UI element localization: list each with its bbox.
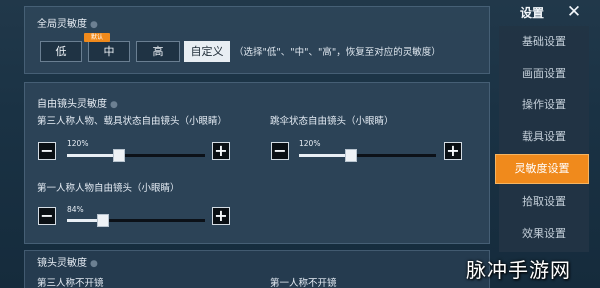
plus-icon[interactable]: + bbox=[444, 142, 462, 160]
slider-track-first-person[interactable] bbox=[67, 214, 205, 227]
sidebar-item-basic[interactable]: 基础设置 bbox=[499, 28, 589, 56]
info-dot-icon: ● bbox=[90, 20, 98, 30]
slider-label-first-person: 第一人称人物自由镜头（小眼睛） bbox=[37, 183, 180, 194]
lens-label-first-person: 第一人称不开镜 bbox=[270, 278, 337, 288]
plus-icon[interactable]: + bbox=[212, 207, 230, 225]
lens-label-third-person: 第三人称不开镜 bbox=[37, 278, 104, 288]
free-camera-title-text: 自由镜头灵敏度 bbox=[37, 99, 107, 110]
slider-track-third-person[interactable] bbox=[67, 149, 205, 162]
close-icon[interactable]: ✕ bbox=[562, 2, 586, 22]
slider-value-third-person: 120% bbox=[67, 139, 89, 148]
sidebar-item-vehicle[interactable]: 载具设置 bbox=[499, 123, 589, 151]
lens-sensitivity-title-text: 镜头灵敏度 bbox=[37, 258, 87, 269]
slider-label-third-person: 第三人称人物、载具状态自由镜头（小眼睛） bbox=[37, 116, 228, 127]
slider-thumb[interactable] bbox=[345, 149, 357, 162]
sidebar-item-pickup[interactable]: 拾取设置 bbox=[499, 188, 589, 216]
settings-title: 设置 bbox=[519, 6, 544, 20]
slider-fill bbox=[299, 154, 351, 157]
lens-sensitivity-title: 镜头灵敏度 ● bbox=[37, 254, 98, 269]
free-camera-title: 自由镜头灵敏度 ● bbox=[37, 95, 118, 110]
slider-value-first-person: 84% bbox=[67, 205, 84, 214]
sensitivity-custom-button[interactable]: 自定义 bbox=[184, 41, 230, 62]
minus-icon[interactable]: − bbox=[38, 207, 56, 225]
slider-thumb[interactable] bbox=[97, 214, 109, 227]
sidebar-item-controls[interactable]: 操作设置 bbox=[499, 91, 589, 119]
minus-icon[interactable]: − bbox=[38, 142, 56, 160]
sidebar-item-graphics[interactable]: 画面设置 bbox=[499, 60, 589, 88]
info-dot-icon: ● bbox=[110, 100, 118, 110]
global-sensitivity-title-text: 全局灵敏度 bbox=[37, 19, 87, 30]
plus-icon[interactable]: + bbox=[212, 142, 230, 160]
slider-fill bbox=[67, 154, 119, 157]
sensitivity-low-button[interactable]: 低 bbox=[40, 41, 82, 62]
default-badge: 默认 bbox=[84, 33, 110, 42]
slider-label-parachute: 跳伞状态自由镜头（小眼睛） bbox=[270, 116, 394, 127]
info-dot-icon: ● bbox=[90, 259, 98, 269]
sensitivity-hint: （选择"低"、"中"、"高"，恢复至对应的灵敏度） bbox=[234, 47, 441, 58]
settings-screen: 全局灵敏度 ● 低 中 默认 高 自定义 （选择"低"、"中"、"高"，恢复至对应… bbox=[0, 0, 600, 288]
slider-track-parachute[interactable] bbox=[299, 149, 436, 162]
sensitivity-high-button[interactable]: 高 bbox=[136, 41, 180, 62]
sidebar-item-effects[interactable]: 效果设置 bbox=[499, 220, 589, 248]
watermark-logo: 脉冲手游网 bbox=[466, 258, 571, 282]
sensitivity-mid-button[interactable]: 中 bbox=[88, 41, 130, 62]
global-sensitivity-title: 全局灵敏度 ● bbox=[37, 15, 98, 30]
slider-value-parachute: 120% bbox=[299, 139, 321, 148]
settings-sidebar: 基础设置 画面设置 操作设置 载具设置 灵敏度设置 拾取设置 效果设置 bbox=[495, 26, 589, 252]
minus-icon[interactable]: − bbox=[271, 142, 289, 160]
slider-thumb[interactable] bbox=[113, 149, 125, 162]
sidebar-item-sensitivity[interactable]: 灵敏度设置 bbox=[495, 154, 589, 184]
